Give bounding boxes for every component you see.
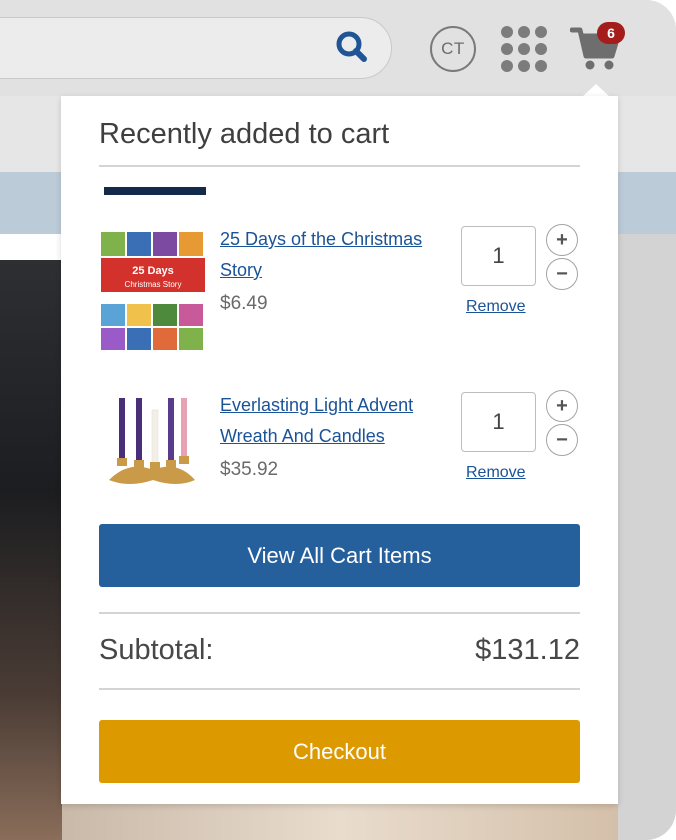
cart-item: Everlasting Light Advent Wreath And Cand… bbox=[99, 390, 580, 500]
decrement-button[interactable]: − bbox=[546, 424, 578, 456]
apps-grid-icon[interactable] bbox=[501, 26, 547, 72]
plus-icon: + bbox=[556, 395, 568, 417]
popup-title: Recently added to cart bbox=[99, 118, 390, 150]
product-thumbnail[interactable]: 25 Days Christmas Story bbox=[99, 230, 207, 356]
product-title-link[interactable]: 25 Days of the Christmas Story bbox=[220, 224, 425, 286]
divider bbox=[99, 612, 580, 614]
increment-button[interactable]: + bbox=[546, 390, 578, 422]
view-all-cart-items-button[interactable]: View All Cart Items bbox=[99, 524, 580, 587]
product-price: $35.92 bbox=[220, 459, 279, 480]
remove-link[interactable]: Remove bbox=[466, 464, 526, 482]
plus-icon: + bbox=[556, 229, 568, 251]
checkout-button[interactable]: Checkout bbox=[99, 720, 580, 783]
minus-icon: − bbox=[556, 263, 568, 285]
product-price: $6.49 bbox=[220, 293, 268, 314]
cart-item: 25 Days Christmas Story 25 Days of the C… bbox=[99, 224, 580, 364]
subtotal-value: $131.12 bbox=[475, 634, 580, 666]
product-thumbnail[interactable] bbox=[99, 390, 207, 496]
decrement-button[interactable]: − bbox=[546, 258, 578, 290]
hero-photo-left bbox=[0, 260, 62, 840]
increment-button[interactable]: + bbox=[546, 224, 578, 256]
mini-cart-popup: Recently added to cart 25 Days Christmas… bbox=[61, 96, 618, 804]
app-frame: CT 6 Recently added to cart 25 Days Chri… bbox=[0, 0, 676, 840]
divider bbox=[99, 165, 580, 167]
quantity-input[interactable]: 1 bbox=[461, 226, 536, 286]
cart-count-badge: 6 bbox=[597, 22, 625, 44]
subtotal-label: Subtotal: bbox=[99, 634, 214, 666]
thumb-title-text: 25 Days bbox=[132, 265, 174, 277]
site-header: CT 6 bbox=[0, 0, 676, 96]
remove-link[interactable]: Remove bbox=[466, 298, 526, 316]
search-button[interactable] bbox=[332, 28, 372, 68]
search-icon bbox=[336, 31, 367, 62]
thumb-subtitle-text: Christmas Story bbox=[125, 280, 182, 289]
quantity-input[interactable]: 1 bbox=[461, 392, 536, 452]
divider bbox=[99, 688, 580, 690]
previous-item-thumbnail bbox=[104, 187, 206, 195]
page-right-gutter bbox=[618, 234, 676, 840]
product-title-link[interactable]: Everlasting Light Advent Wreath And Cand… bbox=[220, 390, 425, 452]
hero-photo-bottom bbox=[62, 800, 618, 840]
user-avatar[interactable]: CT bbox=[430, 26, 476, 72]
minus-icon: − bbox=[556, 429, 568, 451]
